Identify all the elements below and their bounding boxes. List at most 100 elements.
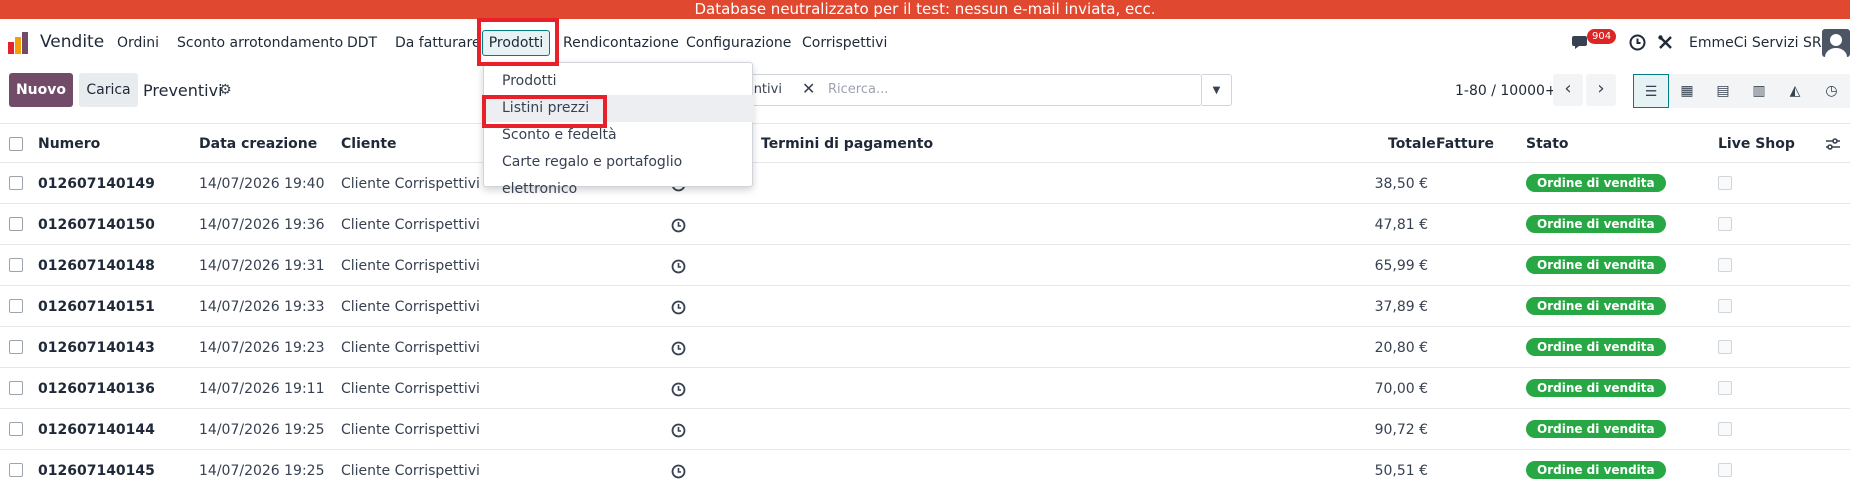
row-data-creazione: 14/07/2026 19:11 <box>199 381 325 397</box>
menu-ordini[interactable]: Ordini <box>117 35 159 51</box>
activity-clock-icon[interactable] <box>671 341 686 356</box>
status-badge: Ordine di vendita <box>1526 297 1666 315</box>
gear-icon[interactable]: ⚙ <box>219 82 232 98</box>
row-cliente: Cliente Corrispettivi <box>341 463 480 479</box>
row-checkbox[interactable] <box>9 299 23 313</box>
top-navbar: Vendite Ordini Sconto arrotondamento DDT… <box>0 19 1850 67</box>
status-badge: Ordine di vendita <box>1526 379 1666 397</box>
table-row[interactable]: 012607140149 14/07/2026 19:40 Cliente Co… <box>0 163 1850 204</box>
column-cliente[interactable]: Cliente <box>341 136 397 152</box>
row-checkbox[interactable] <box>9 381 23 395</box>
row-numero: 012607140150 <box>38 217 155 233</box>
column-live-shop[interactable]: Live Shop <box>1718 136 1795 152</box>
activity-clock-icon[interactable] <box>671 259 686 274</box>
new-button[interactable]: Nuovo <box>9 73 73 107</box>
status-badge: Ordine di vendita <box>1526 215 1666 233</box>
live-shop-checkbox <box>1718 422 1732 436</box>
row-totale: 47,81 € <box>1374 217 1428 233</box>
row-cliente: Cliente Corrispettivi <box>341 299 480 315</box>
facet-remove-icon[interactable]: ✕ <box>802 79 815 98</box>
menu-corrispettivi[interactable]: Corrispettivi <box>802 35 887 51</box>
activity-clock-icon[interactable] <box>671 464 686 479</box>
row-data-creazione: 14/07/2026 19:33 <box>199 299 325 315</box>
menu-ddt[interactable]: DDT <box>347 35 377 51</box>
column-data-creazione[interactable]: Data creazione <box>199 136 317 152</box>
search-input[interactable]: Ricerca... <box>828 82 888 97</box>
row-checkbox[interactable] <box>9 463 23 477</box>
table-row[interactable]: 012607140151 14/07/2026 19:33 Cliente Co… <box>0 286 1850 327</box>
row-cliente: Cliente Corrispettivi <box>341 258 480 274</box>
table-row[interactable]: 012607140150 14/07/2026 19:36 Cliente Co… <box>0 204 1850 245</box>
row-checkbox[interactable] <box>9 422 23 436</box>
status-badge: Ordine di vendita <box>1526 461 1666 479</box>
live-shop-checkbox <box>1718 299 1732 313</box>
activity-clock-icon[interactable] <box>671 218 686 233</box>
row-cliente: Cliente Corrispettivi <box>341 422 480 438</box>
row-cliente: Cliente Corrispettivi <box>341 340 480 356</box>
company-switcher[interactable]: EmmeCi Servizi SRL <box>1689 35 1829 51</box>
message-count-badge: 904 <box>1587 29 1617 44</box>
pivot-view-button[interactable]: ▥ <box>1741 74 1777 108</box>
dropdown-item-carte-regalo[interactable]: Carte regalo e portafoglio elettronico <box>484 149 754 197</box>
column-numero[interactable]: Numero <box>38 136 100 152</box>
column-totale[interactable]: Totale <box>1388 136 1436 152</box>
table-header: Numero Data creazione Cliente Termini di… <box>0 123 1850 163</box>
column-settings-icon[interactable] <box>1826 137 1840 151</box>
app-name[interactable]: Vendite <box>40 32 104 52</box>
table-row[interactable]: 012607140144 14/07/2026 19:25 Cliente Co… <box>0 409 1850 450</box>
load-button[interactable]: Carica <box>79 73 138 107</box>
column-fatture[interactable]: Fatture <box>1436 136 1494 152</box>
menu-configurazione[interactable]: Configurazione <box>686 35 791 51</box>
user-avatar[interactable] <box>1822 29 1850 57</box>
table-row[interactable]: 012607140145 14/07/2026 19:25 Cliente Co… <box>0 450 1850 486</box>
live-shop-checkbox <box>1718 176 1732 190</box>
dropdown-item-prodotti[interactable]: Prodotti <box>484 68 754 95</box>
pager-next-button[interactable]: › <box>1586 74 1616 106</box>
row-checkbox[interactable] <box>9 258 23 272</box>
row-numero: 012607140144 <box>38 422 155 438</box>
row-totale: 90,72 € <box>1374 422 1428 438</box>
calendar-view-button[interactable]: ▤ <box>1705 74 1741 108</box>
highlight-box-prodotti <box>477 18 559 66</box>
activity-view-button[interactable]: ◷ <box>1813 74 1850 108</box>
row-numero: 012607140145 <box>38 463 155 479</box>
menu-rendicontazione[interactable]: Rendicontazione <box>563 35 679 51</box>
column-termini-pagamento[interactable]: Termini di pagamento <box>761 136 933 152</box>
row-data-creazione: 14/07/2026 19:40 <box>199 176 325 192</box>
search-bar[interactable]: ventivi ✕ Ricerca... <box>735 74 1202 106</box>
column-stato[interactable]: Stato <box>1526 136 1569 152</box>
row-checkbox[interactable] <box>9 340 23 354</box>
select-all-checkbox[interactable] <box>9 137 23 151</box>
table-row[interactable]: 012607140143 14/07/2026 19:23 Cliente Co… <box>0 327 1850 368</box>
menu-da-fatturare[interactable]: Da fatturare <box>395 35 481 51</box>
row-checkbox[interactable] <box>9 217 23 231</box>
graph-view-button[interactable]: ◭ <box>1777 74 1813 108</box>
app-logo-icon[interactable] <box>8 32 30 54</box>
activity-clock-icon[interactable] <box>671 300 686 315</box>
search-options-toggle[interactable]: ▼ <box>1202 74 1232 106</box>
status-badge: Ordine di vendita <box>1526 420 1666 438</box>
table-row[interactable]: 012607140148 14/07/2026 19:31 Cliente Co… <box>0 245 1850 286</box>
live-shop-checkbox <box>1718 258 1732 272</box>
list-view-button[interactable]: ☰ <box>1633 74 1669 108</box>
activity-clock-icon[interactable] <box>1629 34 1646 51</box>
test-database-banner: Database neutralizzato per il test: ness… <box>0 0 1850 19</box>
activity-clock-icon[interactable] <box>671 423 686 438</box>
status-badge: Ordine di vendita <box>1526 256 1666 274</box>
debug-tools-icon[interactable] <box>1657 34 1674 51</box>
row-numero: 012607140136 <box>38 381 155 397</box>
row-totale: 70,00 € <box>1374 381 1428 397</box>
row-numero: 012607140149 <box>38 176 155 192</box>
row-checkbox[interactable] <box>9 176 23 190</box>
menu-sconto-arrotondamento[interactable]: Sconto arrotondamento <box>177 35 343 51</box>
live-shop-checkbox <box>1718 217 1732 231</box>
activity-clock-icon[interactable] <box>671 382 686 397</box>
row-totale: 37,89 € <box>1374 299 1428 315</box>
pager-value[interactable]: 1-80 / 10000+ <box>1455 83 1557 99</box>
kanban-view-button[interactable]: ▦ <box>1669 74 1705 108</box>
table-row[interactable]: 012607140136 14/07/2026 19:11 Cliente Co… <box>0 368 1850 409</box>
row-data-creazione: 14/07/2026 19:31 <box>199 258 325 274</box>
row-data-creazione: 14/07/2026 19:25 <box>199 463 325 479</box>
pager-previous-button[interactable]: ‹ <box>1553 74 1583 106</box>
control-panel: Nuovo Carica Preventivi ⚙ ventivi ✕ Rice… <box>0 67 1850 123</box>
